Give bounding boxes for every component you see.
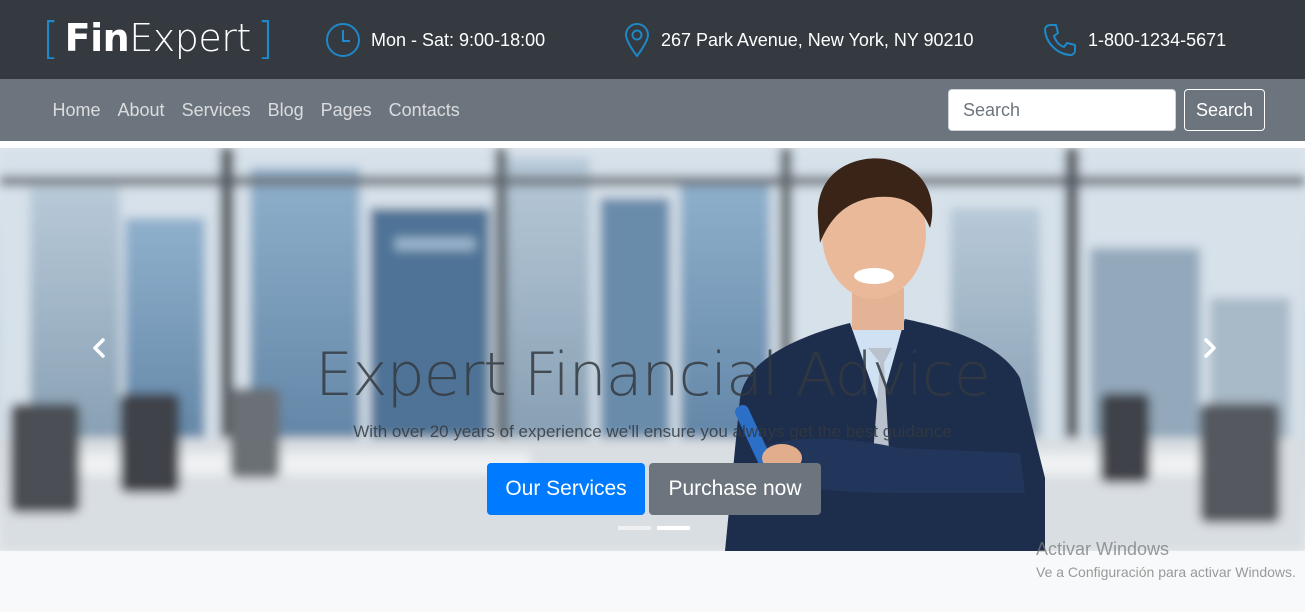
carousel-indicator-1[interactable]: [618, 526, 651, 530]
logo-bracket-left: [: [42, 12, 59, 64]
nav-item-services[interactable]: Services: [173, 100, 259, 121]
top-bar: [ Fin Expert ] Mon - Sat: 9:00-18:00 267…: [0, 0, 1305, 79]
chevron-right-icon: [1204, 338, 1216, 358]
our-services-button[interactable]: Our Services: [487, 463, 645, 515]
phone-info[interactable]: 1-800-1234-5671: [1042, 20, 1226, 60]
purchase-now-button[interactable]: Purchase now: [649, 463, 821, 515]
search-button[interactable]: Search: [1184, 89, 1265, 131]
nav-item-pages[interactable]: Pages: [312, 100, 380, 121]
logo-fin-text: Fin: [64, 16, 130, 60]
nav-item-contacts[interactable]: Contacts: [380, 100, 468, 121]
hero-carousel: Expert Financial Advice With over 20 yea…: [0, 148, 1305, 551]
carousel-indicator-2[interactable]: [657, 526, 690, 530]
search-input[interactable]: [948, 89, 1176, 131]
hero-subtitle: With over 20 years of experience we'll e…: [353, 422, 952, 441]
nav-item-home[interactable]: Home: [44, 100, 109, 121]
hours-info: Mon - Sat: 9:00-18:00: [325, 20, 545, 60]
hero-title: Expert Financial Advice: [315, 340, 991, 410]
carousel-next-button[interactable]: [1195, 333, 1225, 363]
logo-bracket-right: ]: [256, 12, 274, 64]
watermark-title: Activar Windows: [1036, 539, 1170, 559]
hours-text: Mon - Sat: 9:00-18:00: [371, 29, 546, 50]
brand-logo[interactable]: [ Fin Expert ]: [42, 12, 274, 64]
logo-expert-text: Expert: [129, 16, 251, 60]
nav-menu: Home About Services Blog Pages Contacts: [44, 79, 468, 141]
phone-text: 1-800-1234-5671: [1088, 29, 1227, 50]
address-info: 267 Park Avenue, New York, NY 90210: [623, 20, 974, 60]
address-text: 267 Park Avenue, New York, NY 90210: [661, 29, 974, 50]
chevron-left-icon: [93, 338, 105, 358]
nav-item-blog[interactable]: Blog: [259, 100, 312, 121]
nav-item-about[interactable]: About: [109, 100, 173, 121]
clock-icon: [326, 23, 360, 57]
map-pin-icon: [624, 23, 650, 58]
phone-icon: [1044, 24, 1076, 56]
watermark-subtitle: Ve a Configuración para activar Windows.: [1036, 564, 1296, 580]
carousel-prev-button[interactable]: [84, 333, 114, 363]
windows-activation-watermark: Activar Windows Ve a Configuración para …: [1036, 539, 1296, 580]
nav-divider: [0, 141, 1305, 148]
